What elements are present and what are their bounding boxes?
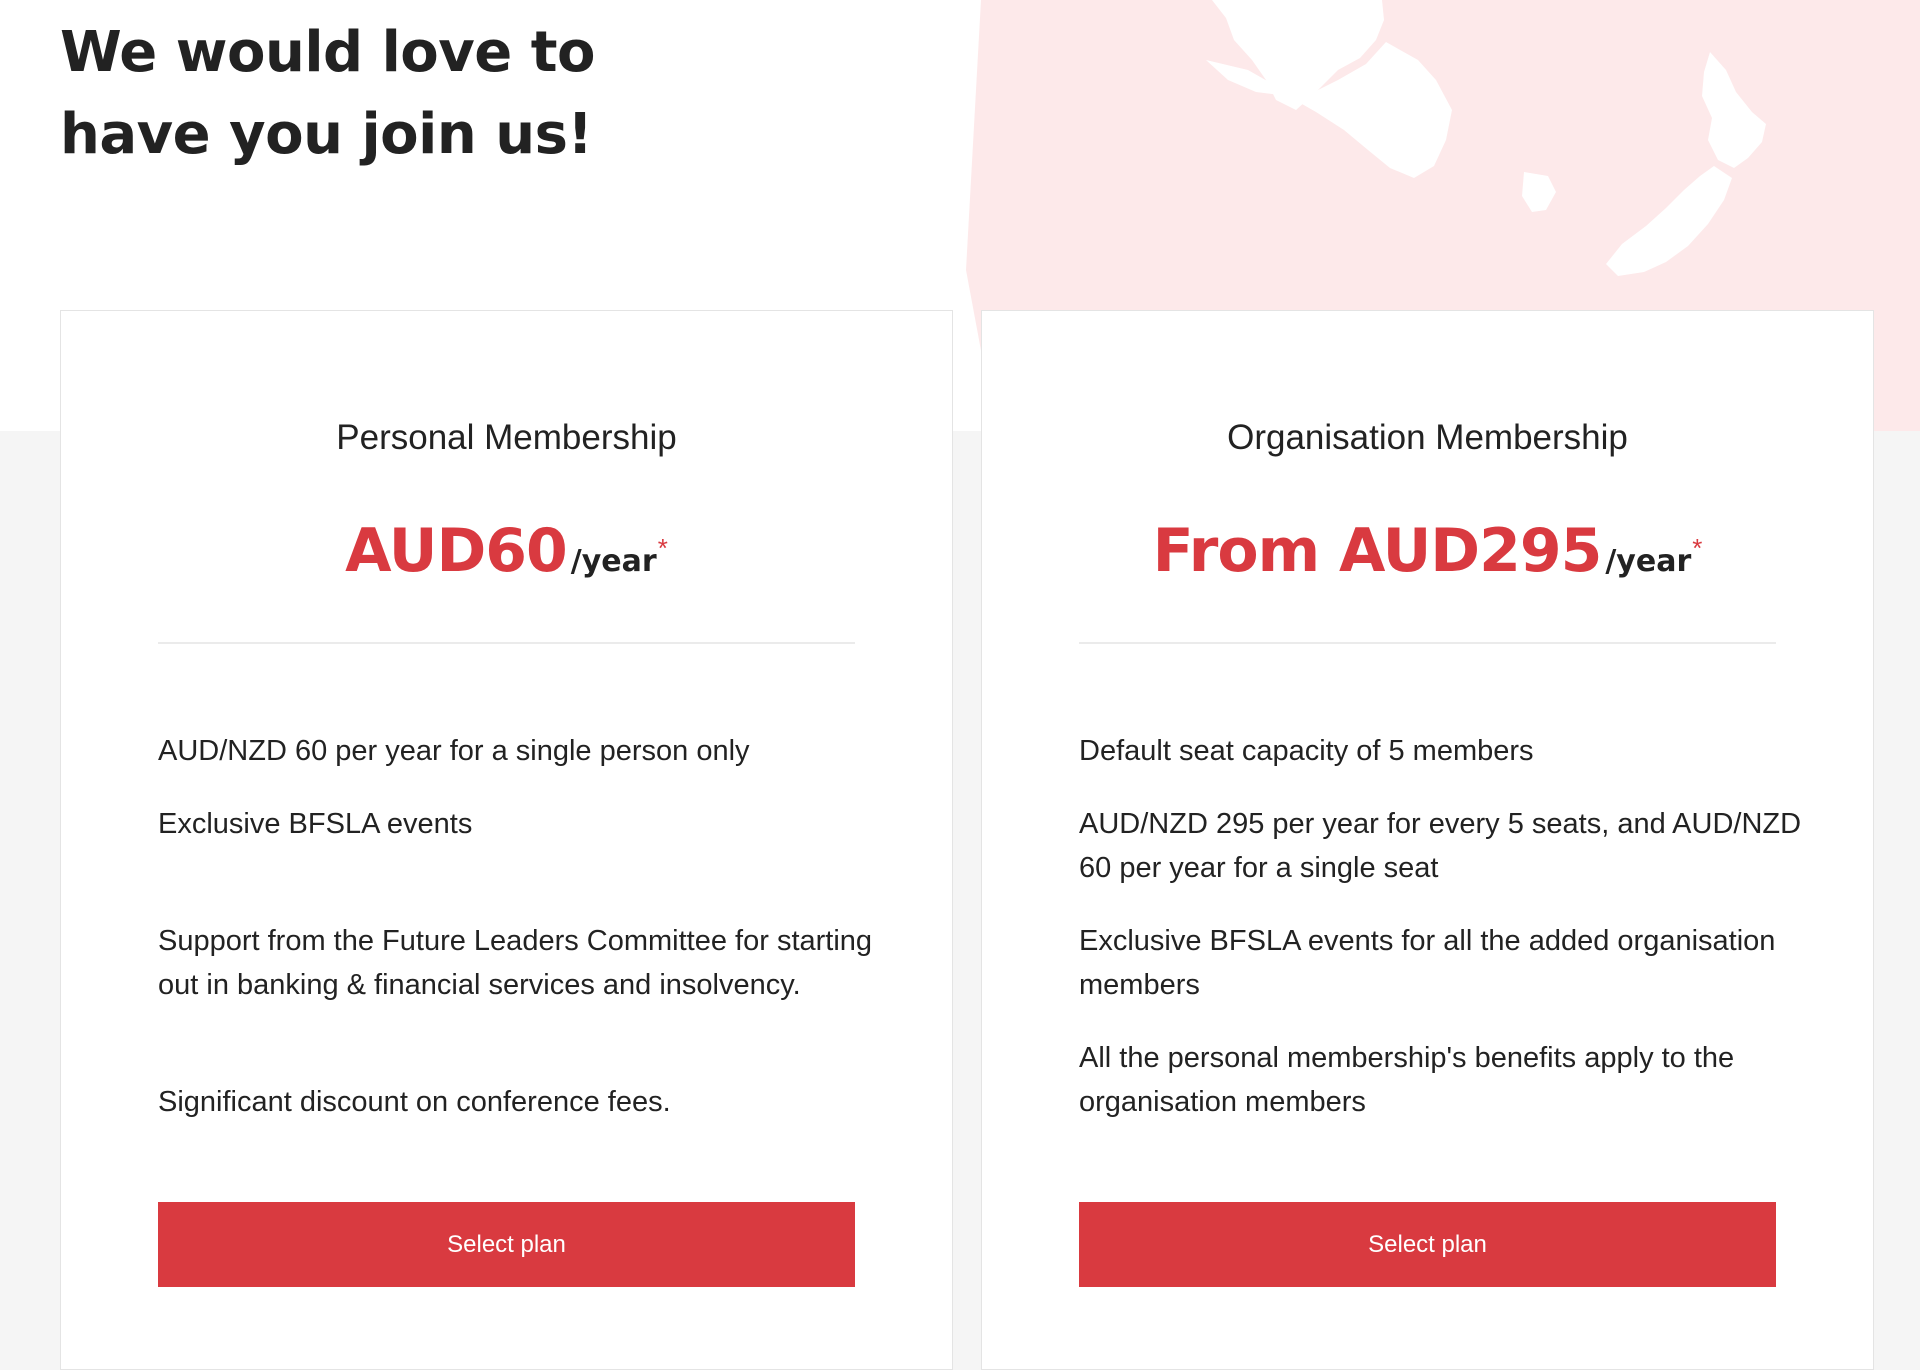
price-amount: AUD60: [345, 516, 568, 586]
price-asterisk: *: [1692, 533, 1703, 563]
feature-item: Support from the Future Leaders Committe…: [158, 925, 873, 1001]
new-zealand-south-island-shape: [1606, 166, 1732, 276]
new-zealand-north-island-shape: [1702, 52, 1766, 168]
tasmania-shape: [1522, 172, 1556, 212]
plan-card-personal: Personal Membership AUD60/year* AUD/NZD …: [60, 310, 953, 1370]
price-asterisk: *: [657, 533, 668, 563]
plan-name: Organisation Membership: [1227, 418, 1628, 457]
price-amount: From AUD295: [1152, 516, 1603, 586]
feature-item: Default seat capacity of 5 members: [1079, 735, 1534, 767]
card-divider: [158, 642, 855, 644]
feature-item: Exclusive BFSLA events: [158, 808, 473, 840]
price-period: /year: [570, 544, 657, 579]
page-title-line-1: We would love to: [60, 20, 596, 85]
feature-item: Exclusive BFSLA events for all the added…: [1079, 925, 1776, 1001]
feature-item: All the personal membership's benefits a…: [1079, 1042, 1735, 1118]
feature-item: AUD/NZD 60 per year for a single person …: [158, 735, 750, 767]
plan-name: Personal Membership: [336, 418, 677, 457]
plan-price: AUD60/year*: [61, 516, 952, 586]
card-divider: [1079, 642, 1776, 644]
select-plan-button-organisation[interactable]: Select plan: [1079, 1202, 1776, 1287]
feature-item: Significant discount on conference fees.: [158, 1086, 671, 1118]
page-title-line-2: have you join us!: [60, 102, 593, 167]
plan-price: From AUD295/year*: [982, 516, 1873, 586]
price-period: /year: [1605, 544, 1692, 579]
feature-item: AUD/NZD 295 per year for every 5 seats, …: [1079, 808, 1802, 884]
page-title: We would love to have you join us!: [60, 12, 820, 176]
plan-card-organisation: Organisation Membership From AUD295/year…: [981, 310, 1874, 1370]
select-plan-button-personal[interactable]: Select plan: [158, 1202, 855, 1287]
